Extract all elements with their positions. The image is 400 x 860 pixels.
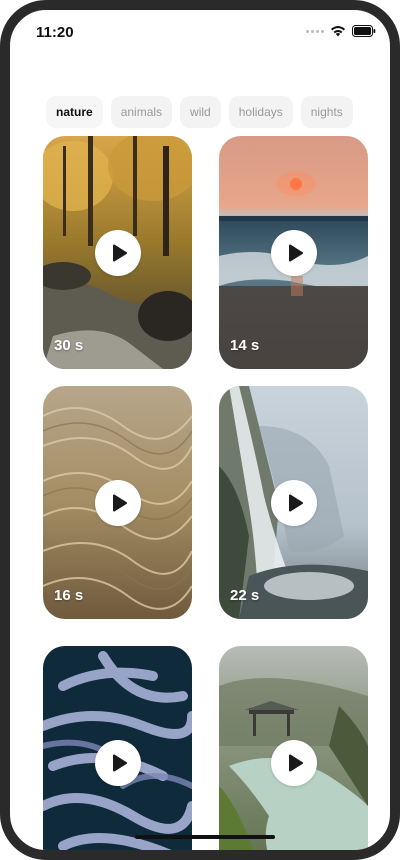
video-card[interactable]: 22 s xyxy=(219,386,368,619)
play-button[interactable] xyxy=(95,480,141,526)
home-indicator[interactable] xyxy=(135,835,275,839)
video-duration: 16 s xyxy=(54,587,84,604)
play-icon xyxy=(113,494,128,512)
play-icon xyxy=(289,754,304,772)
video-duration: 10 s xyxy=(230,847,260,860)
wifi-icon xyxy=(330,25,346,37)
video-duration: 30 s xyxy=(54,337,84,354)
cellular-dots-icon xyxy=(306,29,324,33)
video-card[interactable]: 6 s xyxy=(43,646,192,860)
phone-frame: 11:20 nature animals wild holidays night… xyxy=(0,0,400,860)
play-icon xyxy=(289,494,304,512)
play-button[interactable] xyxy=(271,740,317,786)
status-icons xyxy=(306,25,376,37)
status-bar: 11:20 xyxy=(10,10,390,54)
status-time: 11:20 xyxy=(36,24,74,41)
video-card[interactable]: 16 s xyxy=(43,386,192,619)
category-chip-holidays[interactable]: holidays xyxy=(228,96,293,128)
play-button[interactable] xyxy=(271,480,317,526)
play-button[interactable] xyxy=(95,740,141,786)
play-icon xyxy=(113,754,128,772)
play-icon xyxy=(113,244,128,262)
play-button[interactable] xyxy=(271,230,317,276)
category-chip-wild[interactable]: wild xyxy=(180,96,221,128)
category-chip-nature[interactable]: nature xyxy=(46,96,103,128)
play-button[interactable] xyxy=(95,230,141,276)
video-duration: 6 s xyxy=(54,847,75,860)
video-duration: 14 s xyxy=(230,337,260,354)
category-filter-bar: nature animals wild holidays nights xyxy=(46,96,353,128)
category-chip-nights[interactable]: nights xyxy=(300,96,353,128)
video-card[interactable]: 10 s xyxy=(219,646,368,860)
category-chip-animals[interactable]: animals xyxy=(110,96,173,128)
video-card[interactable]: 14 s xyxy=(219,136,368,369)
battery-icon xyxy=(352,25,376,37)
play-icon xyxy=(289,244,304,262)
video-card[interactable]: 30 s xyxy=(43,136,192,369)
video-duration: 22 s xyxy=(230,587,260,604)
